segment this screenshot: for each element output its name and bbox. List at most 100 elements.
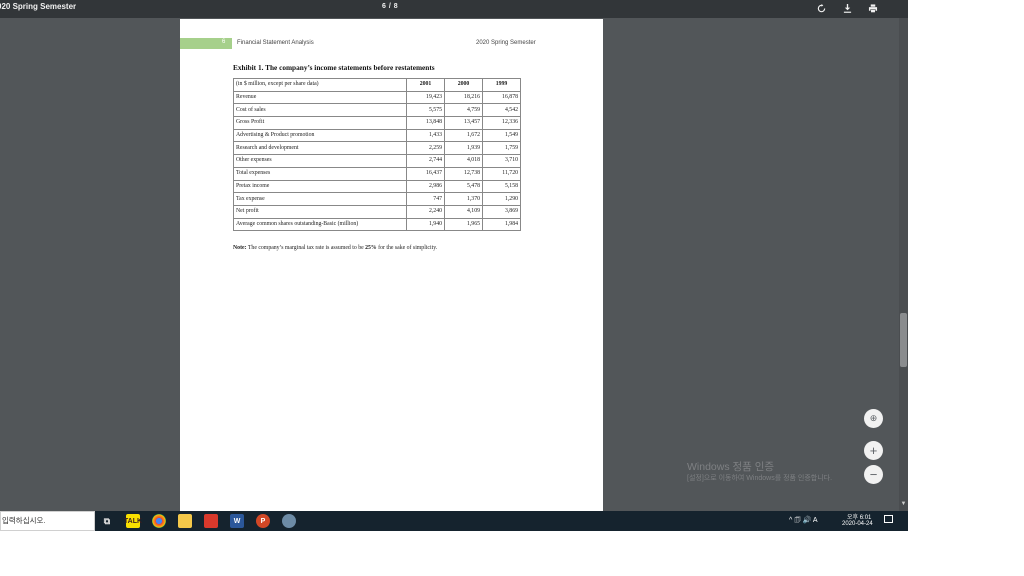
cell-value: 3,869 <box>482 204 521 219</box>
table-row: Other expenses 2,744 4,018 3,710 <box>233 154 521 168</box>
cell-value: 747 <box>406 192 445 206</box>
table-row: Total expenses 16,437 12,738 11,720 <box>233 166 521 181</box>
cell-value: 18,216 <box>444 90 483 105</box>
zoom-in-button[interactable]: + <box>864 441 883 460</box>
income-statement-table: (in $ million, except per share data) 200… <box>233 78 521 232</box>
table-row: Cost of sales 5,575 4,759 4,542 <box>233 103 521 118</box>
cell-value: 2,744 <box>406 154 445 168</box>
cell-value: 1,290 <box>482 192 521 206</box>
row-label: Advertising & Product promotion <box>233 128 407 143</box>
cell-value: 1999 <box>482 78 521 92</box>
clock-time[interactable]: 오후 6:01 <box>847 512 871 521</box>
note-end: for the sake of simplicity. <box>376 245 438 251</box>
cell-value: 1,370 <box>444 192 483 206</box>
scrollbar-thumb[interactable] <box>900 313 907 367</box>
cell-value: 16,437 <box>406 166 445 181</box>
fit-page-button[interactable]: ⊕ <box>864 409 883 428</box>
scrollbar-track[interactable] <box>899 18 908 511</box>
cell-value: 4,759 <box>444 103 483 118</box>
pdf-viewer: 020 Spring Semester 6 / 8 6 Financial St… <box>0 0 908 511</box>
cell-value: 2,986 <box>406 179 445 194</box>
cell-value: 2001 <box>406 78 445 92</box>
taskbar-search-input[interactable]: 입력하십시오. <box>0 511 95 531</box>
cell-value: 4,542 <box>482 103 521 118</box>
table-row: Pretax income 2,986 5,478 5,158 <box>233 179 521 194</box>
note-rate: 25% <box>365 245 377 251</box>
app-icon[interactable] <box>204 514 218 528</box>
task-view-icon[interactable]: ⧉ <box>100 514 114 528</box>
cell-value: 1,759 <box>482 141 521 156</box>
row-label: Net profit <box>233 204 407 219</box>
table-row: Revenue 19,423 18,216 16,878 <box>233 90 521 105</box>
cell-value: 1,965 <box>444 217 483 232</box>
cell-value: 13,457 <box>444 116 483 130</box>
rotate-icon[interactable] <box>814 1 828 15</box>
viewer-toolbar: 020 Spring Semester 6 / 8 <box>0 0 908 18</box>
cell-value: 2000 <box>444 78 483 92</box>
page-indicator: 6 / 8 <box>382 3 399 10</box>
cell-value: 1,672 <box>444 128 483 143</box>
cell-value: 4,018 <box>444 154 483 168</box>
row-label: (in $ million, except per share data) <box>233 78 407 92</box>
download-icon[interactable] <box>840 1 854 15</box>
cell-value: 5,575 <box>406 103 445 118</box>
note-text: The company’s marginal tax rate is assum… <box>246 245 366 251</box>
scroll-down-icon[interactable]: ▼ <box>899 501 908 510</box>
activation-watermark-text: [설정]으로 이동하여 Windows를 정품 인증합니다. <box>687 475 833 482</box>
activation-watermark-title: Windows 정품 인증 <box>687 461 775 473</box>
row-label: Pretax income <box>233 179 407 194</box>
row-label: Research and development <box>233 141 407 156</box>
table-header-row: (in $ million, except per share data) 200… <box>233 78 521 92</box>
cell-value: 1,433 <box>406 128 445 143</box>
cell-value: 5,158 <box>482 179 521 194</box>
chrome-icon[interactable] <box>152 514 166 528</box>
notification-icon[interactable] <box>884 515 893 523</box>
kakaotalk-icon[interactable]: TALK <box>124 514 142 528</box>
cell-value: 2,240 <box>406 204 445 219</box>
table-row: Tax expense 747 1,370 1,290 <box>233 192 521 206</box>
system-tray[interactable]: ^ 🗊 🔊 A <box>789 516 818 527</box>
cell-value: 16,878 <box>482 90 521 105</box>
cell-value: 11,720 <box>482 166 521 181</box>
cell-value: 12,738 <box>444 166 483 181</box>
cell-value: 2,259 <box>406 141 445 156</box>
exhibit-title: Exhibit 1. The company’s income statemen… <box>233 63 435 72</box>
row-label: Cost of sales <box>233 103 407 118</box>
file-explorer-icon[interactable] <box>178 514 192 528</box>
cell-value: 13,848 <box>406 116 445 130</box>
row-label: Revenue <box>233 90 407 105</box>
table-row: Gross Profit 13,848 13,457 12,336 <box>233 116 521 130</box>
cell-value: 12,336 <box>482 116 521 130</box>
cell-value: 1,549 <box>482 128 521 143</box>
pdf-page: 6 Financial Statement Analysis 2020 Spri… <box>180 19 603 511</box>
row-label: Total expenses <box>233 166 407 181</box>
row-label: Gross Profit <box>233 116 407 130</box>
table-row: Research and development 2,259 1,939 1,759 <box>233 141 521 156</box>
row-label: Tax expense <box>233 192 407 206</box>
cell-value: 5,478 <box>444 179 483 194</box>
note: Note: The company’s marginal tax rate is… <box>233 245 437 251</box>
header-semester: 2020 Spring Semester <box>476 40 536 46</box>
table-row: Advertising & Product promotion 1,433 1,67… <box>233 128 521 143</box>
cell-value: 3,710 <box>482 154 521 168</box>
cell-value: 19,423 <box>406 90 445 105</box>
cell-value: 1,984 <box>482 217 521 232</box>
page-number: 6 <box>222 39 226 45</box>
word-icon[interactable]: W <box>230 514 244 528</box>
cell-value: 1,939 <box>444 141 483 156</box>
powerpoint-icon[interactable]: P <box>256 514 270 528</box>
taskbar: 입력하십시오. ⧉ TALK W P ^ 🗊 🔊 A 오후 6:01 2020-… <box>0 511 908 531</box>
note-label: Note: <box>233 245 247 251</box>
print-icon[interactable] <box>866 1 880 15</box>
row-label: Average common shares outstanding-Basic … <box>233 217 407 232</box>
clock-date[interactable]: 2020-04-24 <box>842 521 873 527</box>
app-icon[interactable] <box>282 514 296 528</box>
table-row: Average common shares outstanding-Basic … <box>233 217 521 232</box>
row-label: Other expenses <box>233 154 407 168</box>
cell-value: 1,940 <box>406 217 445 232</box>
header-course-title: Financial Statement Analysis <box>237 40 314 46</box>
table-row: Net profit 2,240 4,109 3,869 <box>233 204 521 219</box>
document-title: 020 Spring Semester <box>0 2 77 11</box>
zoom-out-button[interactable]: − <box>864 465 883 484</box>
cell-value: 4,109 <box>444 204 483 219</box>
